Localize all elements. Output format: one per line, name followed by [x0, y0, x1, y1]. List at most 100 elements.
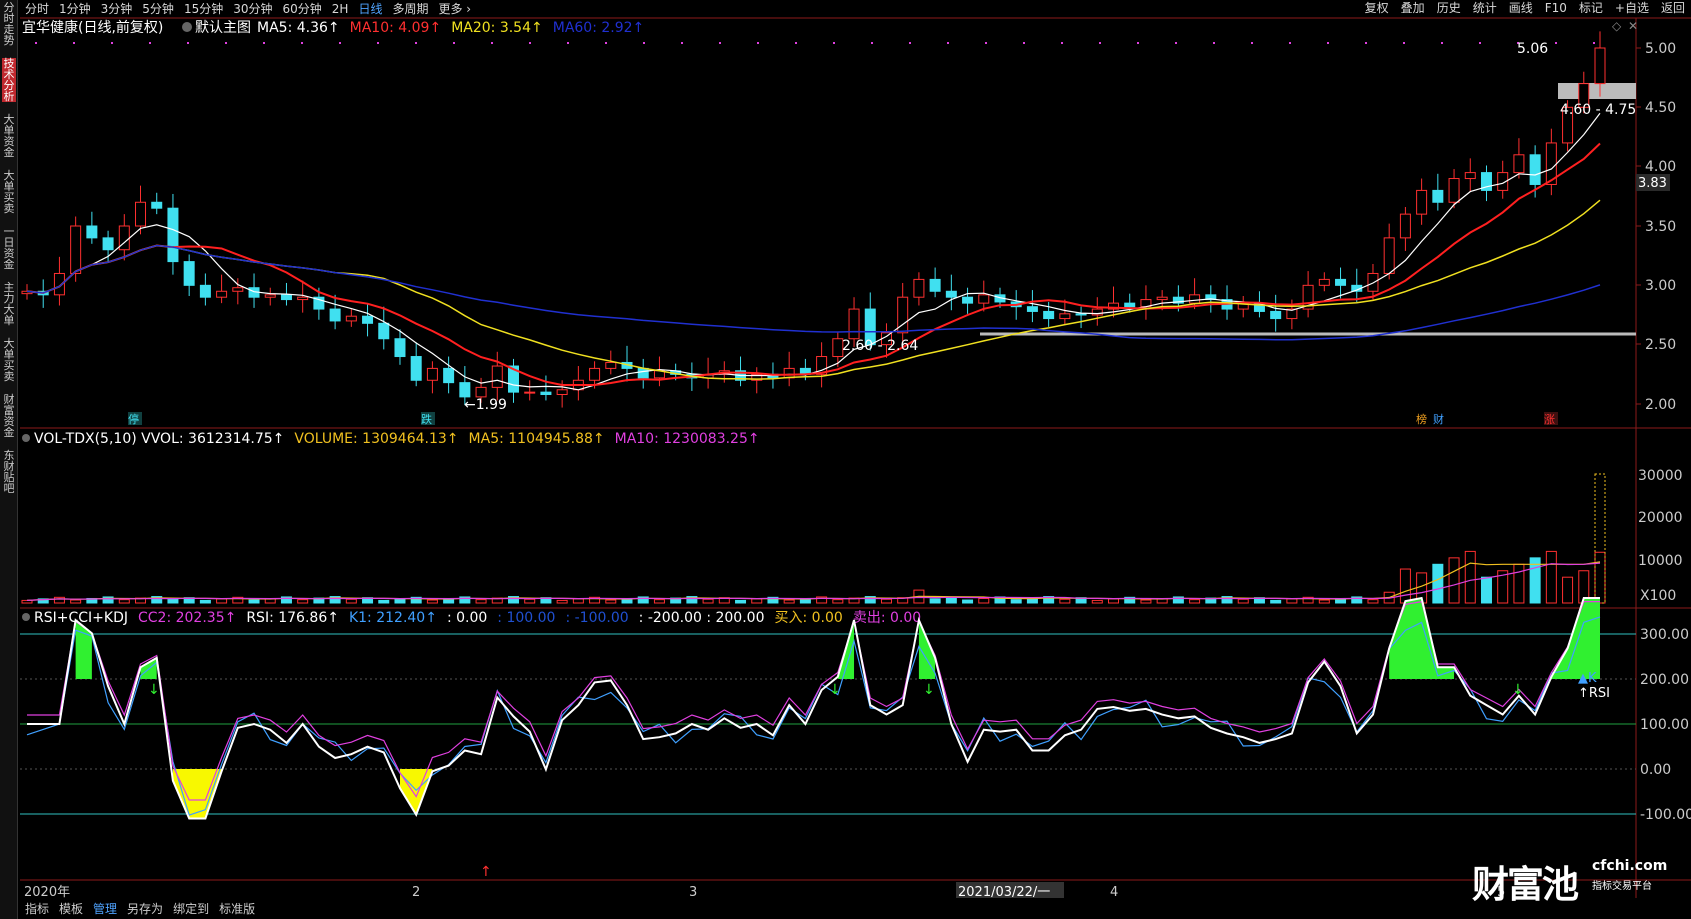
candle-body: [70, 225, 82, 274]
watermark-brand: 财富池: [1472, 863, 1579, 906]
candle-body: [1399, 213, 1411, 239]
candle-body: [475, 386, 487, 398]
candle-body: [1043, 310, 1055, 320]
candle-body: [216, 290, 228, 298]
volume-bar: [1594, 551, 1606, 604]
candle-body: [1059, 313, 1071, 320]
candle-body: [1335, 278, 1347, 286]
candle-body: [913, 278, 925, 298]
indicator-legend: RSI+CCI+KDJ CC2: 202.35↑ RSI: 176.86↑ K1: 2…: [22, 610, 921, 626]
volume-bar: [1091, 599, 1103, 604]
candle-body: [297, 296, 309, 301]
volume-bar: [556, 599, 568, 604]
ma20-line: [26, 199, 1601, 380]
dropdown-icon[interactable]: [22, 613, 30, 621]
legend-item: : 100.00: [497, 610, 555, 626]
main-chart-name[interactable]: 默认主图: [195, 20, 251, 36]
sell-arrow-icon: ↓: [829, 682, 841, 698]
price-tick: 2.50: [1645, 337, 1676, 353]
candle-body: [167, 207, 179, 263]
volume-bar: [524, 598, 536, 604]
legend-item: RSI: 176.86↑: [246, 610, 339, 626]
volume-bar: [962, 599, 974, 604]
bottom-tab[interactable]: 另存为: [122, 900, 168, 917]
candle-body: [264, 294, 276, 298]
stock-title: 宜华健康(日线,前复权): [22, 19, 163, 36]
volume-bar: [53, 596, 65, 604]
candle-body: [426, 367, 438, 381]
candle-body: [637, 367, 649, 379]
legend-item: CC2: 202.35↑: [138, 610, 236, 626]
volume-bar: [1367, 599, 1379, 604]
close-icon[interactable]: ✕: [1628, 19, 1638, 33]
x-cursor-label: 2021/03/22/一: [958, 885, 1050, 900]
indicator-tick: 300.00: [1640, 627, 1689, 643]
candle-body: [605, 361, 617, 369]
candle-body: [540, 391, 552, 396]
legend-item: : -100.00: [565, 610, 628, 626]
bottom-tab[interactable]: 绑定到: [168, 900, 214, 917]
legend-item: VOLUME: 1309464.13↑: [294, 431, 458, 447]
candle-body: [1416, 189, 1428, 215]
settings-icon[interactable]: ◇: [1612, 19, 1622, 33]
candle-body: [556, 389, 568, 396]
candle-body: [1432, 189, 1444, 203]
volume-bar: [735, 599, 747, 604]
volume-bar: [248, 599, 260, 604]
volume-bar: [475, 599, 487, 604]
bottom-tab-active[interactable]: 管理: [88, 900, 122, 917]
candle-body: [151, 201, 163, 209]
indicator-axis: 300.00 200.00 100.00 0.00 -100.00: [1640, 627, 1691, 823]
candle-body: [459, 382, 471, 398]
volume-bar: [1140, 599, 1152, 604]
price-annotations: 5.06 4.60 - 4.75 2.60 - 2.64 ←1.99 3.83: [464, 41, 1670, 413]
mid-zone-label: 2.60 - 2.64: [842, 338, 918, 354]
candle-body: [362, 315, 374, 324]
bottom-tab[interactable]: 指标: [20, 900, 54, 917]
candle-body: [329, 308, 341, 322]
volume-bar: [1399, 568, 1411, 604]
candle-body: [1464, 172, 1476, 180]
volume-bar: [978, 597, 990, 604]
volume-tick: 10000: [1638, 553, 1683, 569]
kline-chart-svg[interactable]: 宜华健康(日线,前复权) 默认主图 MA5: 4.36↑ MA10: 4.09↑ M…: [0, 0, 1691, 919]
volume-bar: [216, 598, 228, 604]
legend-item: MA5: 1104945.88↑: [469, 431, 605, 447]
candle-body: [1318, 278, 1330, 286]
volume-bar: [653, 599, 665, 604]
volume-bar: [1189, 599, 1201, 604]
volume-bar: [70, 599, 82, 604]
legend-item: MA60: 2.92↑: [553, 20, 645, 36]
watermark-domain: cfchi.com: [1592, 858, 1668, 874]
volume-bar: [572, 598, 584, 604]
candle-body: [589, 367, 601, 381]
candle-body: [1075, 313, 1087, 316]
volume-tick: 20000: [1638, 510, 1683, 526]
overbought-fill: [1551, 598, 1600, 679]
volume-bar: [394, 598, 406, 604]
volume-axis: 30000 20000 10000 X100: [1638, 468, 1683, 604]
bottom-tab[interactable]: 模板: [54, 900, 88, 917]
candle-body: [1156, 296, 1168, 301]
candle-body: [394, 338, 406, 358]
volume-bar: [832, 599, 844, 604]
volume-bar: [1059, 598, 1071, 604]
volume-bar: [605, 599, 617, 604]
price-tick: 3.50: [1645, 219, 1676, 235]
volume-legend: VOL-TDX(5,10) VVOL: 3612314.75↑ VOLUME: 1…: [22, 431, 760, 447]
volume-bar: [1270, 599, 1282, 604]
legend-item: VOL-TDX(5,10) VVOL: 3612314.75↑: [34, 431, 284, 447]
dropdown-icon[interactable]: [182, 22, 192, 32]
candle-body: [378, 322, 390, 340]
volume-bar: [929, 598, 941, 604]
candle-body: [929, 278, 941, 292]
volume-tick: 30000: [1638, 468, 1683, 484]
watermark-tagline: 指标交易平台: [1592, 881, 1652, 892]
buy-arrow-icon: ↑: [480, 864, 492, 880]
dropdown-icon[interactable]: [22, 434, 30, 442]
candle-body: [945, 290, 957, 298]
price-tick: 5.00: [1645, 41, 1676, 57]
candle-body: [1026, 306, 1038, 312]
volume-bar: [118, 599, 130, 604]
bottom-tab[interactable]: 标准版: [214, 900, 260, 917]
